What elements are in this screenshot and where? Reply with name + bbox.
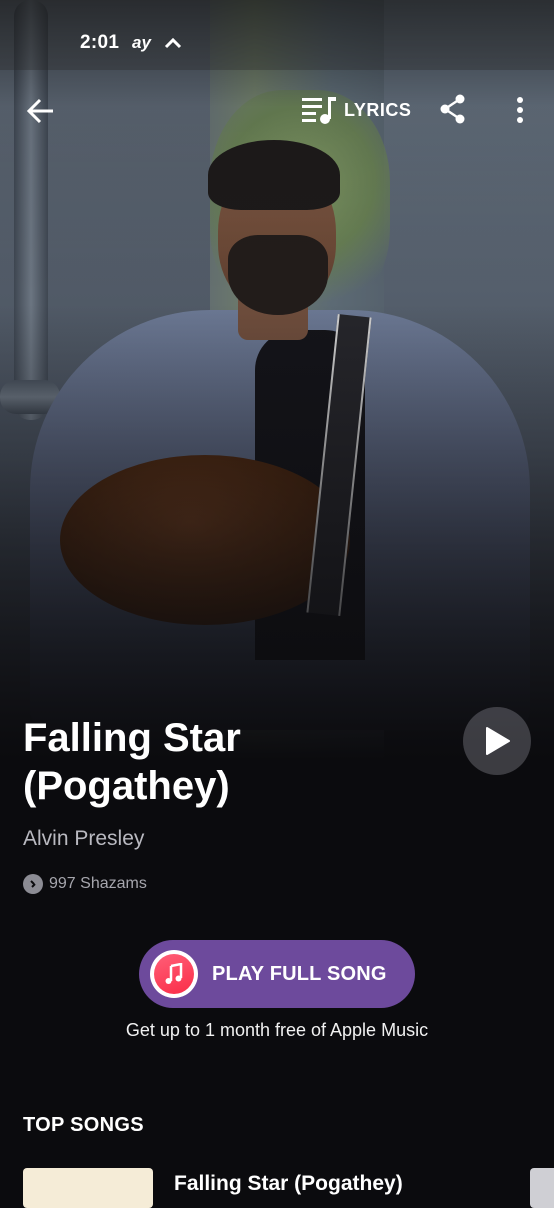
status-bar: 2:01 ay (0, 0, 554, 70)
share-icon[interactable] (438, 94, 468, 124)
shazam-count: 997 Shazams (23, 874, 147, 894)
top-song-title[interactable]: Falling Star (Pogathey) (174, 1172, 403, 1196)
play-icon (486, 727, 510, 755)
status-time: 2:01 (80, 32, 120, 53)
back-arrow-icon[interactable] (24, 94, 58, 128)
lyrics-label: LYRICS (344, 99, 412, 120)
lyrics-icon (302, 97, 336, 124)
airtel-icon: ay (132, 33, 151, 52)
more-vert-icon[interactable] (508, 94, 532, 126)
song-title: Falling Star (Pogathey) (23, 716, 241, 808)
artist-name[interactable]: Alvin Presley (23, 827, 144, 851)
hero-gradient (0, 0, 554, 760)
artist-photo (0, 0, 554, 760)
chevron-up-icon (164, 37, 182, 49)
play-preview-button[interactable] (463, 707, 531, 775)
play-full-song-label: PLAY FULL SONG (212, 962, 387, 985)
shazam-count-label: 997 Shazams (49, 875, 147, 892)
shazam-icon (23, 874, 43, 894)
top-songs-heading: TOP SONGS (23, 1114, 144, 1136)
apple-music-icon (150, 950, 198, 998)
song-artwork[interactable] (23, 1168, 153, 1208)
lyrics-button[interactable]: LYRICS (302, 92, 411, 128)
song-artwork[interactable] (530, 1168, 554, 1208)
apple-music-promo: Get up to 1 month free of Apple Music (125, 1020, 429, 1040)
play-full-song-button[interactable]: PLAY FULL SONG (139, 940, 415, 1008)
